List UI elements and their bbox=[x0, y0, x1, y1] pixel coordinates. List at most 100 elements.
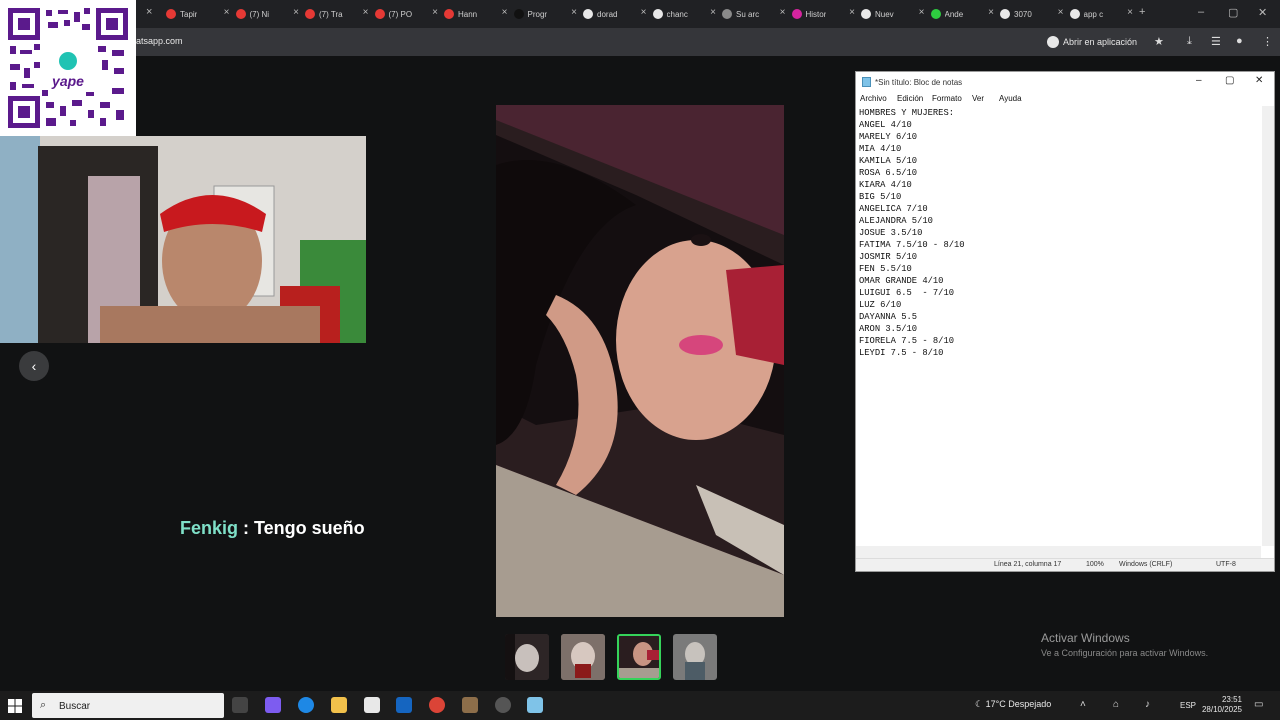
browser-tab[interactable]: Ande × bbox=[930, 4, 994, 24]
browser-tab-strip: Tapir × (7) Ni × (7) Tra × (7) PO × Hann × Progr × d… bbox=[0, 0, 1280, 28]
taskbar-clock[interactable]: 23:51 28/10/2025 bbox=[1200, 695, 1242, 715]
status-thumbnail-selected[interactable] bbox=[617, 634, 661, 680]
close-tab-icon[interactable]: × bbox=[293, 7, 299, 18]
close-tab-icon[interactable]: × bbox=[1127, 7, 1133, 18]
qr-code-graphic: yape bbox=[6, 6, 130, 130]
menu-archivo[interactable]: Archivo bbox=[860, 94, 887, 103]
url-text[interactable]: atsapp.com bbox=[136, 36, 183, 46]
notepad-horizontal-scrollbar[interactable] bbox=[856, 546, 1261, 558]
notepad-minimize-button[interactable]: – bbox=[1196, 75, 1202, 86]
language-indicator[interactable]: ESP bbox=[1180, 701, 1196, 710]
network-icon[interactable]: ⌂ bbox=[1113, 699, 1119, 710]
previous-status-button[interactable]: ‹ bbox=[19, 351, 49, 381]
status-thumbnail[interactable] bbox=[673, 634, 717, 680]
task-view-icon[interactable] bbox=[232, 697, 248, 713]
close-tab-icon[interactable]: × bbox=[1058, 7, 1064, 18]
copilot-icon[interactable] bbox=[265, 697, 281, 713]
tab-favicon-icon bbox=[513, 9, 524, 19]
tab-label: (7) Ni bbox=[249, 9, 270, 19]
browser-tab[interactable]: Su arc × bbox=[722, 4, 786, 24]
close-tab-icon[interactable]: × bbox=[641, 7, 647, 18]
menu-formato[interactable]: Formato bbox=[932, 94, 962, 103]
tab-label: (7) PO bbox=[388, 9, 413, 19]
volume-icon[interactable]: ♪ bbox=[1145, 699, 1150, 710]
close-tab-icon[interactable]: × bbox=[502, 7, 508, 18]
new-tab-button[interactable]: + bbox=[1139, 6, 1145, 18]
minimize-window-button[interactable]: – bbox=[1198, 6, 1204, 18]
notepad-text-area[interactable]: HOMBRES Y MUJERES: ANGEL 4/10 MARELY 6/10 M… bbox=[859, 107, 1259, 359]
close-tab-icon[interactable]: × bbox=[146, 6, 152, 18]
close-tab-icon[interactable]: × bbox=[849, 7, 855, 18]
weather-widget[interactable]: ☾ 17°C Despejado bbox=[975, 699, 1051, 710]
close-window-button[interactable]: ✕ bbox=[1258, 6, 1267, 19]
browser-tab[interactable]: (7) Tra × bbox=[305, 4, 369, 24]
yape-logo-text: yape bbox=[51, 73, 84, 89]
download-icon[interactable]: ⤓ bbox=[1187, 35, 1192, 48]
menu-ver[interactable]: Ver bbox=[972, 94, 984, 103]
status-thumbnail[interactable] bbox=[561, 634, 605, 680]
tab-favicon-icon bbox=[374, 9, 385, 19]
chevron-left-icon: ‹ bbox=[31, 358, 37, 374]
browser-tab[interactable]: Nuev × bbox=[861, 4, 925, 24]
browser-tab[interactable]: Histor × bbox=[791, 4, 855, 24]
close-tab-icon[interactable]: × bbox=[710, 7, 716, 18]
clock-date: 28/10/2025 bbox=[1201, 705, 1242, 714]
browser-tab[interactable]: app c × bbox=[1069, 4, 1133, 24]
tab-favicon-icon bbox=[722, 9, 732, 19]
open-in-app-button[interactable]: Abrir en aplicación bbox=[1047, 34, 1137, 50]
reading-list-icon[interactable]: ☰ bbox=[1211, 35, 1221, 48]
notepad-maximize-button[interactable]: ▢ bbox=[1225, 75, 1234, 86]
notepad-line: FEN 5.5/10 bbox=[859, 264, 912, 274]
browser-tab[interactable]: Tapir × bbox=[166, 4, 230, 24]
browser-tab[interactable]: 3070 × bbox=[1000, 4, 1064, 24]
tab-label: chanc bbox=[666, 9, 688, 19]
close-tab-icon[interactable]: × bbox=[919, 7, 925, 18]
notepad-close-button[interactable]: ✕ bbox=[1255, 75, 1263, 86]
close-tab-icon[interactable]: × bbox=[780, 7, 786, 18]
chrome-icon[interactable] bbox=[429, 697, 445, 713]
tab-favicon-icon bbox=[1069, 9, 1080, 19]
file-explorer-icon[interactable] bbox=[331, 697, 347, 713]
windows-start-icon[interactable] bbox=[6, 697, 24, 715]
bookmark-star-icon[interactable]: ★ bbox=[1154, 35, 1164, 48]
tray-overflow-icon[interactable]: ˄ bbox=[1080, 699, 1086, 710]
browser-tab[interactable]: chanc × bbox=[652, 4, 716, 24]
tab-favicon-icon bbox=[652, 9, 663, 19]
notepad-line: ALEJANDRA 5/10 bbox=[859, 216, 933, 226]
notification-icon[interactable]: ▭ bbox=[1254, 699, 1263, 710]
menu-dots-icon[interactable]: ⋮ bbox=[1262, 35, 1273, 48]
menu-ayuda[interactable]: Ayuda bbox=[999, 94, 1022, 103]
close-tab-icon[interactable]: × bbox=[432, 7, 438, 18]
obs-icon[interactable] bbox=[495, 697, 511, 713]
notepad-vertical-scrollbar[interactable] bbox=[1262, 106, 1274, 546]
chat-overlay: Fenkig : Tengo sueño bbox=[180, 518, 365, 539]
close-tab-icon[interactable]: × bbox=[363, 7, 369, 18]
close-tab-icon[interactable]: × bbox=[571, 7, 577, 18]
chat-username: Fenkig bbox=[180, 518, 239, 538]
microsoft-store-icon[interactable] bbox=[364, 697, 380, 713]
menu-edicion[interactable]: Edición bbox=[897, 94, 923, 103]
close-tab-icon[interactable]: × bbox=[988, 7, 994, 18]
taskbar-search-box[interactable]: ⌕ Buscar bbox=[32, 693, 224, 718]
minecraft-icon[interactable] bbox=[462, 697, 478, 713]
notepad-line: HOMBRES Y MUJERES: bbox=[859, 108, 955, 118]
browser-tab[interactable]: Hann × bbox=[444, 4, 508, 24]
tab-favicon-icon bbox=[583, 9, 593, 19]
notepad-line: JOSUE 3.5/10 bbox=[859, 228, 923, 238]
webcam-feed bbox=[0, 136, 366, 343]
close-tab-icon[interactable]: × bbox=[224, 7, 230, 18]
status-thumbnail[interactable] bbox=[505, 634, 549, 680]
browser-tab[interactable]: dorad × bbox=[583, 4, 647, 24]
edge-icon[interactable] bbox=[298, 697, 314, 713]
profile-avatar-icon[interactable]: ● bbox=[1236, 35, 1243, 47]
tab-favicon-icon bbox=[861, 9, 871, 19]
outlook-icon[interactable] bbox=[396, 697, 412, 713]
browser-tab[interactable]: (7) PO × bbox=[374, 4, 438, 24]
notepad-taskbar-icon[interactable] bbox=[527, 697, 543, 713]
notepad-line: DAYANNA 5.5 bbox=[859, 312, 918, 322]
status-line-ending: Windows (CRLF) bbox=[1119, 561, 1173, 568]
browser-tab[interactable]: (7) Ni × bbox=[235, 4, 299, 24]
tab-label: Tapir bbox=[180, 9, 198, 19]
browser-tab[interactable]: Progr × bbox=[513, 4, 577, 24]
maximize-window-button[interactable]: ▢ bbox=[1228, 6, 1238, 19]
